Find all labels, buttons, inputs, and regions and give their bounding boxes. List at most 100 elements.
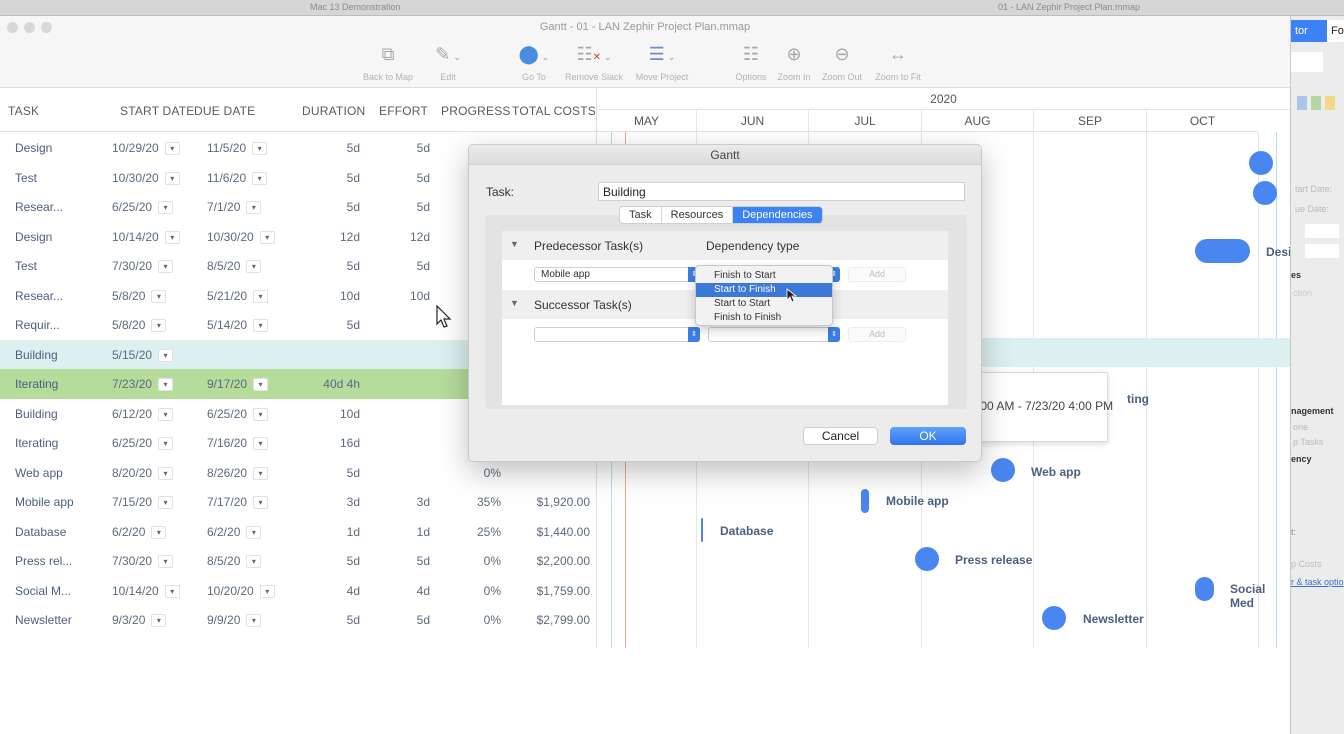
due-date-cell[interactable]: 10/20/20 ▾ xyxy=(207,584,275,598)
date-picker-button[interactable]: ▾ xyxy=(158,260,174,274)
date-picker-button[interactable]: ▾ xyxy=(158,378,174,392)
gantt-bar-test[interactable] xyxy=(1253,181,1277,205)
task-name-cell[interactable]: Iterating xyxy=(15,436,58,450)
date-picker-button[interactable]: ▾ xyxy=(151,614,167,628)
due-date-cell[interactable]: 8/5/20 ▾ xyxy=(207,554,262,569)
due-date-cell[interactable]: 6/2/20 ▾ xyxy=(207,525,262,539)
task-name-cell[interactable]: Building xyxy=(15,348,58,362)
tab-dependencies[interactable]: Dependencies xyxy=(733,207,822,223)
duration-cell[interactable]: 40d 4h xyxy=(323,377,360,391)
start-date-cell[interactable]: 5/8/20 ▾ xyxy=(112,318,167,333)
date-picker-button[interactable]: ▾ xyxy=(151,289,167,303)
date-picker-button[interactable]: ▾ xyxy=(259,584,275,598)
task-name-cell[interactable]: Mobile app xyxy=(15,495,74,509)
date-picker-button[interactable]: ▾ xyxy=(246,614,262,628)
date-picker-button[interactable]: ▾ xyxy=(158,555,174,569)
move-project-button[interactable]: ☰ ⌄ Move Project xyxy=(627,42,697,82)
ok-button[interactable]: OK xyxy=(890,427,966,445)
date-picker-button[interactable]: ▾ xyxy=(158,466,174,480)
duration-cell[interactable]: 16d xyxy=(340,436,360,450)
task-name-cell[interactable]: Iterating xyxy=(15,377,58,391)
priority-4-icon[interactable] xyxy=(1325,96,1335,110)
add-successor-button[interactable]: Add xyxy=(848,327,906,342)
due-date-cell[interactable]: 11/5/20 ▾ xyxy=(207,141,268,156)
start-date-cell[interactable]: 6/25/20 ▾ xyxy=(112,436,174,451)
date-picker-button[interactable]: ▾ xyxy=(246,201,262,215)
due-date-cell[interactable]: 5/21/20 ▾ xyxy=(207,289,269,303)
due-date-cell[interactable]: 9/17/20 ▾ xyxy=(207,377,269,392)
start-date-cell[interactable]: 9/3/20 ▾ xyxy=(112,613,167,628)
due-date-cell[interactable]: 7/1/20 ▾ xyxy=(207,200,262,215)
column-header-duration[interactable]: DURATION xyxy=(302,104,365,118)
start-date-cell[interactable]: 6/2/20 ▾ xyxy=(112,525,167,539)
table-row[interactable]: Newsletter 9/3/20 ▾ 9/9/20 ▾ 5d 5d 0% $2,799.00 xyxy=(0,605,596,635)
date-picker-button[interactable]: ▾ xyxy=(158,437,174,451)
gantt-bar-social-media[interactable] xyxy=(1195,577,1214,601)
start-date-cell[interactable]: 7/23/20 ▾ xyxy=(112,377,174,392)
date-picker-button[interactable]: ▾ xyxy=(253,437,269,451)
effort-cell[interactable]: 1d xyxy=(417,525,430,539)
priority-2-icon[interactable] xyxy=(1297,96,1307,110)
column-header-task[interactable]: TASK xyxy=(8,104,39,118)
tab-resources[interactable]: Resources xyxy=(662,207,734,223)
effort-cell[interactable]: 5d xyxy=(417,554,430,568)
task-name-cell[interactable]: Database xyxy=(15,525,66,539)
date-picker-button[interactable]: ▾ xyxy=(164,230,180,244)
duration-cell[interactable]: 5d xyxy=(347,259,360,273)
date-picker-button[interactable]: ▾ xyxy=(253,496,269,510)
priority-3-icon[interactable] xyxy=(1311,96,1321,110)
gantt-bar-design-2[interactable] xyxy=(1195,239,1250,263)
date-picker-button[interactable]: ▾ xyxy=(253,466,269,480)
date-picker-button[interactable]: ▾ xyxy=(158,407,174,421)
start-date-cell[interactable]: 10/29/20 ▾ xyxy=(112,141,180,156)
disclosure-triangle-icon[interactable]: ▼ xyxy=(510,239,519,249)
disclosure-triangle-icon[interactable]: ▼ xyxy=(510,298,519,308)
date-picker-button[interactable]: ▾ xyxy=(252,171,268,185)
date-picker-button[interactable]: ▾ xyxy=(158,201,174,215)
duration-cell[interactable]: 5d xyxy=(347,200,360,214)
date-picker-button[interactable]: ▾ xyxy=(253,289,269,303)
task-name-cell[interactable]: Design xyxy=(15,230,52,244)
date-picker-button[interactable]: ▾ xyxy=(164,584,180,598)
start-date-cell[interactable]: 10/14/20 ▾ xyxy=(112,584,180,598)
due-date-cell[interactable]: 8/5/20 ▾ xyxy=(207,259,262,274)
duration-cell[interactable]: 5d xyxy=(347,171,360,185)
due-date-cell[interactable]: 5/14/20 ▾ xyxy=(207,318,269,333)
effort-cell[interactable]: 4d xyxy=(417,584,430,598)
column-header-effort[interactable]: EFFORT xyxy=(379,104,428,118)
duration-cell[interactable]: 10d xyxy=(340,407,360,421)
effort-cell[interactable]: 10d xyxy=(410,289,430,303)
duration-cell[interactable]: 5d xyxy=(347,613,360,627)
column-header-total-costs[interactable]: TOTAL COSTS xyxy=(512,104,596,118)
due-date-cell[interactable]: 7/16/20 ▾ xyxy=(207,436,269,451)
effort-cell[interactable]: 5d xyxy=(417,613,430,627)
duration-cell[interactable]: 12d xyxy=(340,230,360,244)
effort-cell[interactable]: 3d xyxy=(417,495,430,509)
date-picker-button[interactable]: ▾ xyxy=(158,496,174,510)
task-name-cell[interactable]: Test xyxy=(15,171,37,185)
duration-cell[interactable]: 1d xyxy=(347,525,360,539)
start-date-cell[interactable]: 10/14/20 ▾ xyxy=(112,230,180,244)
date-picker-button[interactable]: ▾ xyxy=(259,230,275,244)
due-date-cell[interactable]: 9/9/20 ▾ xyxy=(207,613,262,628)
duration-cell[interactable]: 5d xyxy=(347,141,360,155)
start-date-cell[interactable]: 8/20/20 ▾ xyxy=(112,466,174,480)
start-date-cell[interactable]: 7/30/20 ▾ xyxy=(112,259,174,274)
successor-task-select[interactable]: ⇕ xyxy=(534,327,700,342)
date-picker-button[interactable]: ▾ xyxy=(246,525,262,539)
duration-cell[interactable]: 10d xyxy=(340,289,360,303)
column-header-due-date[interactable]: DUE DATE xyxy=(194,104,255,118)
effort-cell[interactable]: 5d xyxy=(417,141,430,155)
gantt-bar-design[interactable] xyxy=(1249,151,1273,175)
cancel-button[interactable]: Cancel xyxy=(803,427,878,445)
progress-cell[interactable]: 0% xyxy=(484,584,501,598)
due-date-cell[interactable]: 8/26/20 ▾ xyxy=(207,466,269,480)
side-task-options-link[interactable]: r & task optio xyxy=(1291,577,1344,587)
start-date-cell[interactable]: 7/30/20 ▾ xyxy=(112,554,174,569)
tab-inspector[interactable]: tor xyxy=(1291,20,1327,42)
table-row[interactable]: Press rel... 7/30/20 ▾ 8/5/20 ▾ 5d 5d 0% $2,200.… xyxy=(0,546,596,576)
task-name-cell[interactable]: Resear... xyxy=(15,289,63,303)
side-search-field[interactable] xyxy=(1291,52,1323,72)
due-date-cell[interactable]: 11/6/20 ▾ xyxy=(207,171,268,185)
successor-dependency-type-select[interactable]: ⇕ xyxy=(708,327,840,342)
